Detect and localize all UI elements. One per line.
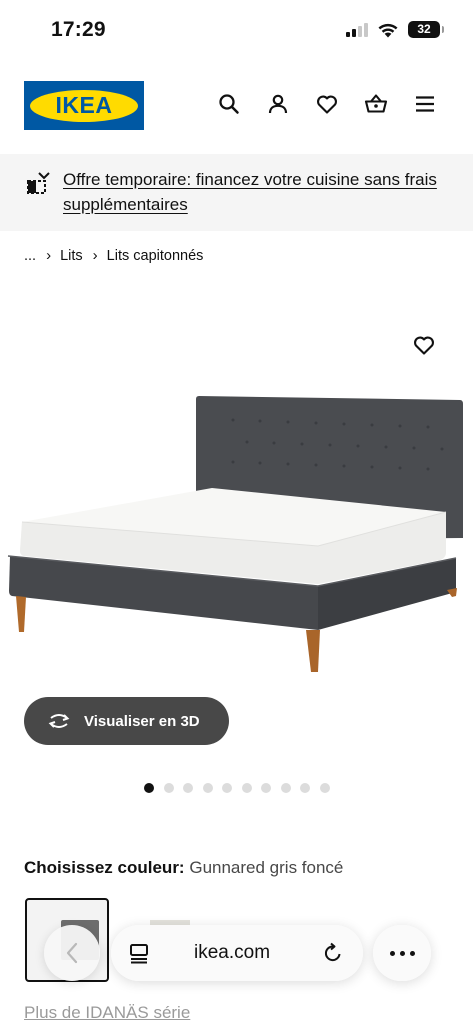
wifi-icon xyxy=(378,23,398,37)
breadcrumb-ellipsis[interactable]: ... xyxy=(24,248,36,264)
gallery-dot[interactable] xyxy=(202,783,213,793)
gallery-dots xyxy=(144,783,330,793)
more-button[interactable] xyxy=(373,925,431,981)
promo-banner: Offre temporaire: financez votre cuisine… xyxy=(0,154,473,231)
site-header: IKEA xyxy=(0,70,473,142)
breadcrumb: ... › Lits › Lits capitonnés xyxy=(24,247,203,264)
color-value: Gunnared gris foncé xyxy=(189,858,344,877)
heart-icon[interactable] xyxy=(315,92,339,116)
rotate-3d-icon xyxy=(48,714,70,728)
account-icon[interactable] xyxy=(266,92,290,116)
gallery-dot[interactable] xyxy=(261,783,271,793)
view-3d-label: Visualiser en 3D xyxy=(84,712,200,730)
back-button[interactable] xyxy=(44,925,100,981)
gallery-dot[interactable] xyxy=(280,783,291,793)
more-icon xyxy=(409,950,415,956)
tabs-icon[interactable] xyxy=(128,942,150,964)
back-icon xyxy=(66,942,78,964)
breadcrumb-lits[interactable]: Lits xyxy=(60,248,83,264)
more-icon xyxy=(389,950,395,956)
gallery-dot[interactable] xyxy=(241,783,252,793)
status-icons: 32 xyxy=(346,21,444,38)
view-3d-button[interactable]: Visualiser en 3D xyxy=(24,697,229,745)
chevron-right-icon: › xyxy=(46,247,52,264)
reload-icon[interactable] xyxy=(321,941,345,965)
gallery-dot[interactable] xyxy=(163,783,174,793)
gallery-dot[interactable] xyxy=(222,783,232,793)
chevron-right-icon: › xyxy=(92,247,98,264)
more-icon xyxy=(399,950,405,956)
search-icon[interactable] xyxy=(217,92,241,116)
basket-icon[interactable] xyxy=(364,92,388,116)
menu-icon[interactable] xyxy=(413,92,437,116)
gallery-dot[interactable] xyxy=(319,783,330,793)
url-text: ikea.com xyxy=(194,942,271,963)
breadcrumb-lits-capitonnes[interactable]: Lits capitonnés xyxy=(107,248,204,264)
logo-oval: IKEA xyxy=(30,89,138,122)
status-bar: 17:29 32 xyxy=(0,0,473,60)
address-bar[interactable]: ikea.com xyxy=(111,925,363,981)
ikea-logo[interactable]: IKEA xyxy=(24,81,144,130)
series-link[interactable]: Plus de IDANÄS série xyxy=(24,1003,190,1023)
header-icons xyxy=(217,92,437,116)
gallery-dot[interactable] xyxy=(144,783,154,793)
heart-icon[interactable] xyxy=(412,333,436,357)
financing-icon xyxy=(27,172,50,194)
signal-icon xyxy=(346,22,368,37)
color-chooser: Choisissez couleur: Gunnared gris foncé xyxy=(24,858,343,878)
logo-text: IKEA xyxy=(55,92,113,118)
gallery-dot[interactable] xyxy=(183,783,193,793)
battery-icon: 32 xyxy=(408,21,444,38)
product-image-area[interactable] xyxy=(0,300,473,700)
promo-link[interactable]: Offre temporaire: financez votre cuisine… xyxy=(63,167,443,217)
gallery-dot[interactable] xyxy=(300,783,310,793)
bed-image xyxy=(7,396,463,672)
status-time: 17:29 xyxy=(51,18,106,41)
color-label: Choisissez couleur: xyxy=(24,858,185,877)
